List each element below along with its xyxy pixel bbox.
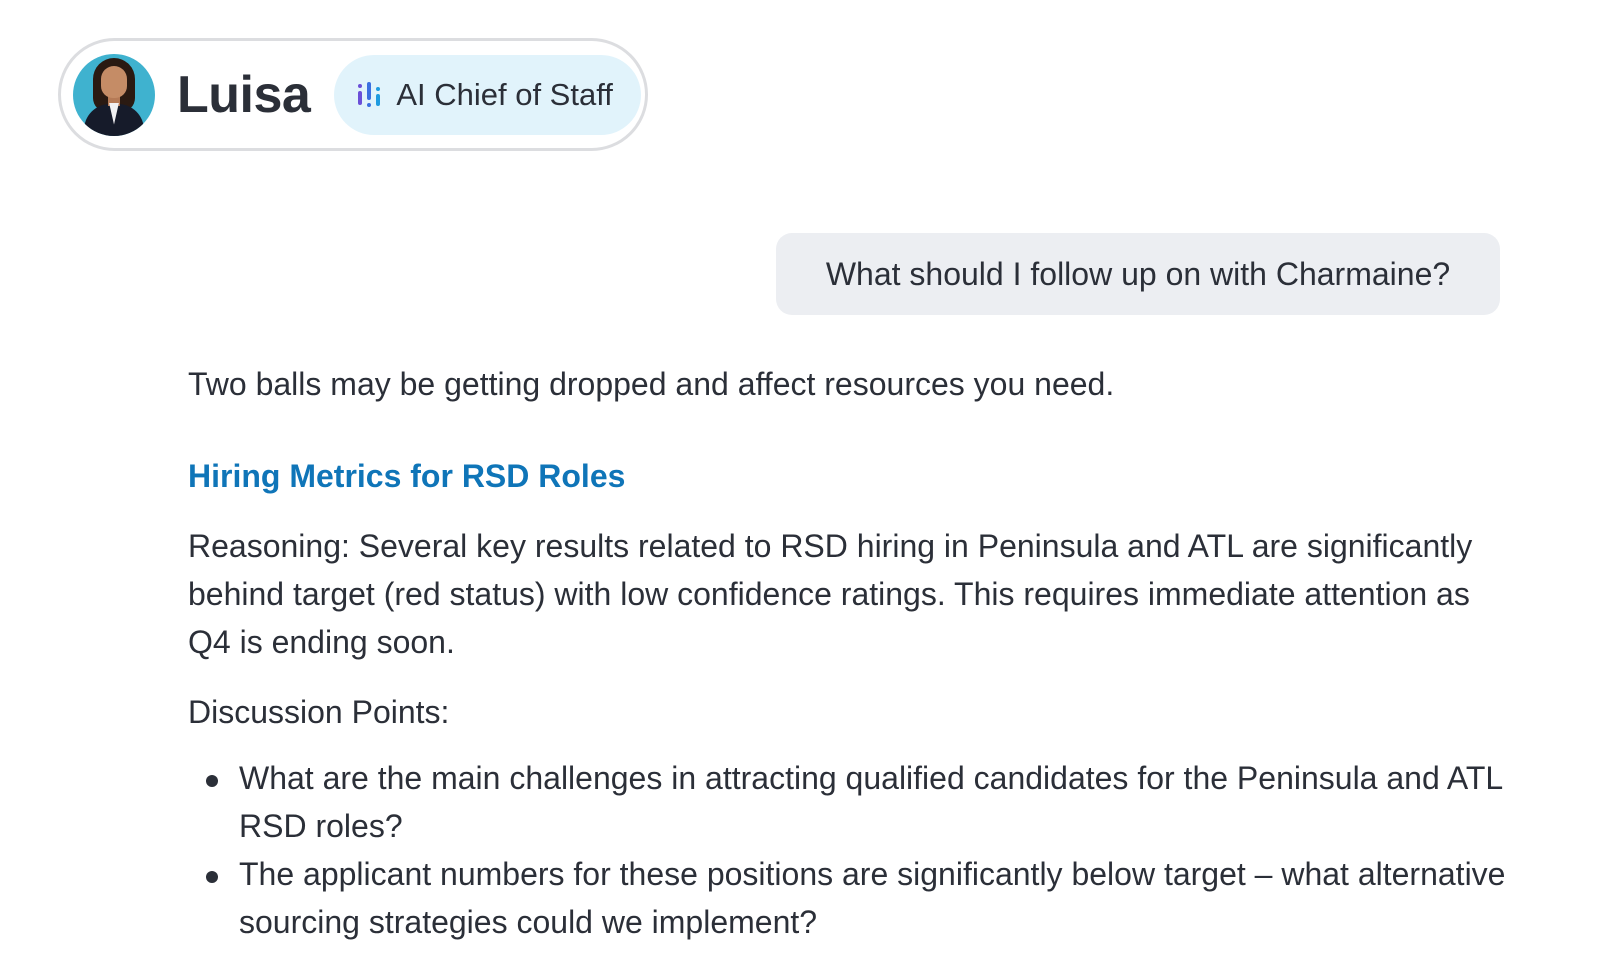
discussion-label: Discussion Points: [188,694,450,730]
list-item: What are the main challenges in attracti… [188,754,1508,850]
role-badge: AI Chief of Staff [334,54,641,135]
chat-page: Luisa AI Chief of Staff What should I fo… [0,0,1600,960]
response-intro: Two balls may be getting dropped and aff… [188,366,1115,402]
reasoning-text: Reasoning: Several key results related t… [188,528,1473,660]
list-item: The applicant numbers for these position… [188,850,1508,946]
signal-bars-icon [358,81,381,107]
section-title: Hiring Metrics for RSD Roles [188,458,626,494]
role-label: AI Chief of Staff [396,76,613,112]
discussion-list: What are the main challenges in attracti… [188,754,1508,946]
user-message-text: What should I follow up on with Charmain… [825,255,1451,292]
agent-name: Luisa [177,65,311,124]
user-message-bubble: What should I follow up on with Charmain… [776,233,1500,315]
assistant-response: Two balls may be getting dropped and aff… [188,360,1508,946]
agent-header[interactable]: Luisa AI Chief of Staff [58,38,648,151]
avatar [73,53,155,136]
